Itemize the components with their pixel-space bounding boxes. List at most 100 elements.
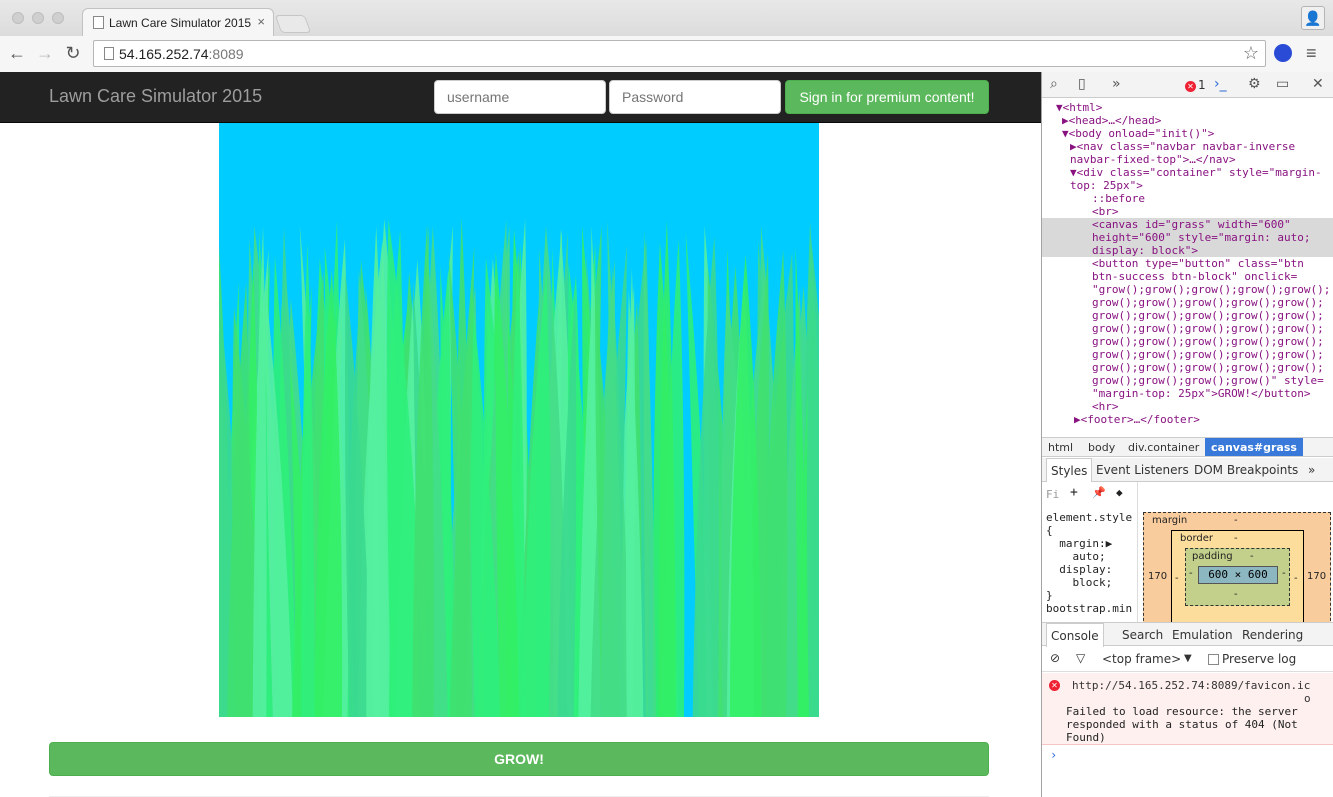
dom-tree-line[interactable]: "margin-top: 25px">GROW!</button> [1042,387,1333,400]
dom-tree-line[interactable]: grow();grow();grow();grow();grow(); [1042,322,1333,335]
padding-bottom-value: - [1234,589,1238,600]
error-icon: ✕ [1049,680,1060,691]
dom-tree-line[interactable]: ▼<div class="container" style="margin- [1042,166,1333,179]
extension-icon[interactable] [1274,44,1292,62]
page-icon [104,47,114,60]
error-text-line: Found) [1066,731,1106,744]
maximize-window-button[interactable] [52,12,64,24]
dom-tree-line[interactable]: ▼<html> [1042,101,1333,114]
margin-top-value: - [1234,515,1238,526]
border-left-value: - [1175,573,1179,584]
frame-dropdown-icon[interactable]: ▼ [1184,653,1192,664]
console-toolbar: ⊘ ▽ <top frame> ▼ Preserve log [1042,647,1333,672]
dom-tree-line[interactable]: grow();grow();grow();grow();grow(); [1042,361,1333,374]
dom-tree-line[interactable]: grow();grow();grow();grow();grow(); [1042,296,1333,309]
error-url-link[interactable]: http://54.165.252.74:8089/favicon.ic [1072,679,1310,692]
style-rule-line: bootstrap.min [1046,602,1133,615]
reload-icon[interactable]: ↻ [62,42,84,64]
profile-icon[interactable]: 👤 [1301,6,1325,30]
dom-tree-line[interactable]: btn-success btn-block" onclick= [1042,270,1333,283]
close-window-button[interactable] [12,12,24,24]
dom-tree-line[interactable]: ▼<body onload="init()"> [1042,127,1333,140]
dom-tree-line[interactable]: grow();grow();grow();grow();grow(); [1042,335,1333,348]
error-count-badge[interactable]: ✕ 1 [1185,78,1206,92]
border-right-value: - [1294,573,1298,584]
username-field[interactable] [434,80,606,114]
dom-tree-line[interactable]: <canvas id="grass" width="600" [1042,218,1333,231]
tab-styles[interactable]: Styles [1046,458,1093,482]
grass-canvas[interactable] [219,123,819,717]
dom-tree-line[interactable]: "grow();grow();grow();grow();grow(); [1042,283,1333,296]
inspect-search-icon[interactable]: ⌕ [1050,76,1058,92]
dom-tree-line[interactable]: display: block"> [1042,244,1333,257]
dock-side-icon[interactable]: ▭ [1276,76,1289,92]
console-drawer-icon[interactable]: ›_ [1214,76,1227,92]
padding-right-value: - [1282,568,1286,579]
dom-tree-line[interactable]: grow();grow();grow();grow();grow(); [1042,309,1333,322]
box-model-padding: padding - - - - 600 × 600 [1185,548,1290,606]
dom-tree-line[interactable]: grow();grow();grow();grow()" style= [1042,374,1333,387]
browser-chrome: Lawn Care Simulator 2015 × 👤 ← → ↻ 54.16… [0,0,1333,72]
dom-tree-line[interactable]: height="600" style="margin: auto; [1042,231,1333,244]
error-text-line: Failed to load resource: the server [1066,705,1298,718]
crumb-canvas-grass[interactable]: canvas#grass [1205,438,1303,456]
back-icon[interactable]: ← [6,42,28,64]
more-tabs-icon[interactable]: » [1308,463,1315,477]
tab-close-icon[interactable]: × [257,14,265,29]
preserve-log-checkbox[interactable] [1208,654,1219,665]
dom-tree-line[interactable]: <hr> [1042,400,1333,413]
styles-subtabs: Styles Event Listeners DOM Breakpoints » [1042,458,1333,482]
tab-rendering[interactable]: Rendering [1242,628,1303,642]
pin-icon[interactable]: 📌 [1092,486,1106,499]
dom-tree-line[interactable]: <button type="button" class="btn [1042,257,1333,270]
error-url-tail: o [1304,692,1311,705]
style-rule-line: } [1046,589,1053,602]
device-mode-icon[interactable]: ▯ [1078,76,1086,92]
style-rule-line: display: [1046,563,1113,576]
close-icon[interactable]: ✕ [1312,76,1324,92]
dom-tree-line[interactable]: ▶<footer>…</footer> [1042,413,1333,426]
clear-console-icon[interactable]: ⊘ [1050,651,1060,665]
tab-emulation[interactable]: Emulation [1172,628,1233,642]
page-viewport: Lawn Care Simulator 2015 Sign in for pre… [0,72,1041,797]
signin-button[interactable]: Sign in for premium content! [785,80,989,114]
forward-icon[interactable]: → [34,42,56,64]
box-model-margin: margin - 170 170 border - - - padding - … [1143,512,1331,640]
border-top-value: - [1234,533,1238,544]
styles-filter-input[interactable]: Fi [1046,488,1059,501]
new-rule-icon[interactable]: + [1070,486,1078,499]
filter-icon[interactable]: ▽ [1076,651,1085,665]
dom-tree-line[interactable]: ::before [1042,192,1333,205]
dom-tree-line[interactable]: ▶<head>…</head> [1042,114,1333,127]
dom-tree-line[interactable]: navbar-fixed-top">…</nav> [1042,153,1333,166]
toggle-state-icon[interactable]: ◆ [1116,486,1123,499]
error-text-line: responded with a status of 404 (Not [1066,718,1298,731]
dom-tree-line[interactable]: grow();grow();grow();grow();grow(); [1042,348,1333,361]
style-rule-line: auto; [1046,550,1106,563]
browser-tab[interactable]: Lawn Care Simulator 2015 × [82,8,274,36]
brand-link[interactable]: Lawn Care Simulator 2015 [49,86,262,107]
password-field[interactable] [609,80,781,114]
tab-dom-breakpoints[interactable]: DOM Breakpoints [1194,463,1298,477]
bookmark-star-icon[interactable]: ☆ [1243,43,1259,64]
gear-icon[interactable]: ⚙ [1248,76,1261,92]
tab-console[interactable]: Console [1046,623,1104,647]
tab-event-listeners[interactable]: Event Listeners [1096,463,1189,477]
grow-button[interactable]: GROW! [49,742,989,776]
crumb-div-container[interactable]: div.container [1128,441,1199,454]
menu-icon[interactable]: ≡ [1306,43,1317,64]
preserve-log-label: Preserve log [1222,652,1297,666]
dom-tree-line[interactable]: top: 25px"> [1042,179,1333,192]
dom-tree-line[interactable]: <br> [1042,205,1333,218]
crumb-body[interactable]: body [1088,441,1115,454]
crumb-html[interactable]: html [1048,441,1073,454]
more-panels-icon[interactable]: » [1112,76,1121,92]
console-prompt[interactable]: › [1050,748,1057,762]
frame-selector[interactable]: <top frame> [1102,652,1181,666]
new-tab-button[interactable] [274,15,312,33]
address-bar[interactable]: 54.165.252.74:8089 ☆ [93,40,1266,67]
dom-tree-line[interactable]: ▶<nav class="navbar navbar-inverse [1042,140,1333,153]
minimize-window-button[interactable] [32,12,44,24]
tab-search[interactable]: Search [1122,628,1163,642]
margin-left-value: 170 [1148,571,1168,582]
